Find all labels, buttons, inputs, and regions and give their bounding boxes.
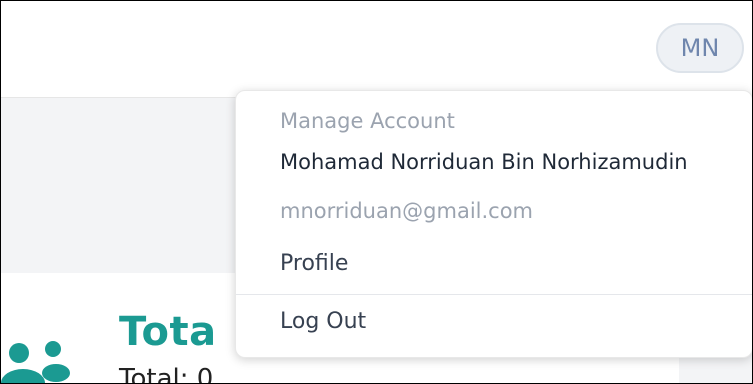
stat-card-title: Tota <box>119 309 217 355</box>
user-email: mnorriduan@gmail.com <box>280 199 534 223</box>
profile-menu-item[interactable]: Profile <box>280 251 348 276</box>
user-avatar-button[interactable]: MN <box>656 23 744 73</box>
user-name: Mohamad Norriduan Bin Norhizamudin <box>280 150 688 174</box>
users-icon <box>1 341 70 383</box>
stat-card-total: Total: 0 <box>119 364 214 384</box>
menu-divider <box>236 294 752 295</box>
dropdown-header: Manage Account <box>280 109 455 133</box>
logout-menu-item[interactable]: Log Out <box>280 309 366 334</box>
app-window: Tota Total: 0 MN Manage Account Mohamad … <box>0 0 753 384</box>
account-dropdown-menu: Manage Account Mohamad Norriduan Bin Nor… <box>235 90 752 358</box>
top-navigation-bar <box>1 1 752 98</box>
